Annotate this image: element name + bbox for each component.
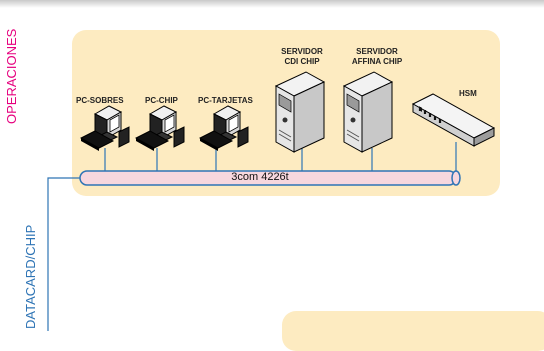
hsm-icon — [411, 93, 496, 147]
servidor-cdi-label-line1: SERVIDOR — [281, 47, 323, 56]
pc-tarjetas-icon — [199, 105, 249, 152]
servidor-affina-label: SERVIDOR AFFINA CHIP — [342, 47, 412, 67]
hsm-label: HSM — [459, 89, 477, 98]
pc-chip-icon — [135, 105, 185, 152]
switch-label: 3com 4226t — [231, 171, 289, 183]
servidor-affina-label-line1: SERVIDOR — [356, 47, 398, 56]
pc-sobres-icon — [80, 105, 130, 152]
servidor-affina-icon — [343, 71, 393, 153]
link-datacard — [47, 177, 80, 331]
servidor-cdi-icon — [275, 71, 325, 153]
servidor-cdi-label-line2: CDI CHIP — [284, 57, 320, 66]
pc-sobres-label: PC-SOBRES — [76, 96, 124, 105]
servidor-affina-label-line2: AFFINA CHIP — [351, 57, 403, 66]
pc-chip-label: PC-CHIP — [145, 96, 178, 105]
servidor-cdi-label: SERVIDOR CDI CHIP — [270, 47, 334, 67]
pc-tarjetas-label: PC-TARJETAS — [198, 96, 253, 105]
